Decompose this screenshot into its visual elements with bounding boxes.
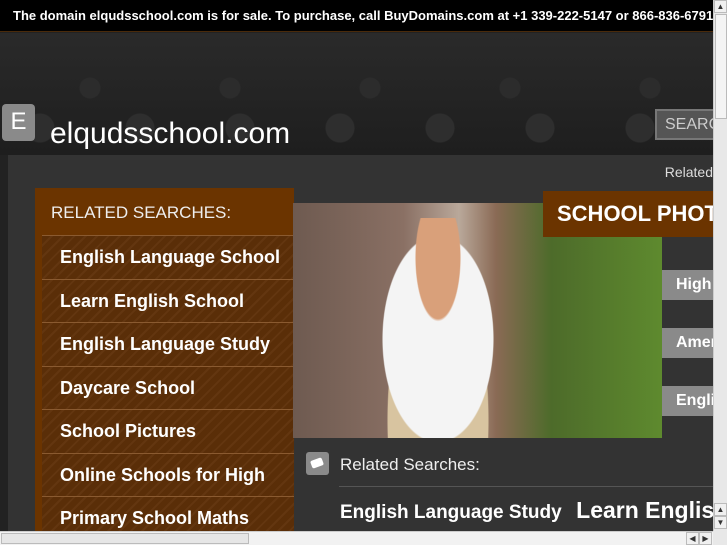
school-photos-title: SCHOOL PHOTOS [543,191,713,237]
related-link[interactable]: English Language Study [340,502,562,523]
tab-american[interactable]: American [662,328,713,358]
tab-english[interactable]: English [662,386,713,416]
site-header: E elqudsschool.com SEARCH [0,33,715,155]
tag-icon [306,452,329,475]
horizontal-scrollbar[interactable]: ◀ ▶ [0,531,713,545]
horizontal-scroll-thumb[interactable] [1,533,249,544]
related-links: English Language Study Learn English Sch… [340,497,713,524]
scroll-left-icon[interactable]: ◀ [686,532,699,545]
scroll-up-icon[interactable]: ▲ [714,0,727,13]
related-link-top[interactable]: Related [665,164,713,180]
logo-icon: E [2,104,35,141]
sidebar-item[interactable]: Daycare School [42,365,294,409]
related-searches-sidebar: RELATED SEARCHES: English Language Schoo… [35,188,294,531]
student-figure [373,218,503,438]
student-photo [293,203,662,438]
divider [339,486,713,487]
related-link[interactable]: Learn English School [576,497,713,523]
sidebar-title: RELATED SEARCHES: [51,203,232,222]
scrollbar-corner [713,531,727,545]
sidebar-item[interactable]: English Language School [42,235,294,279]
sidebar-item[interactable]: Online Schools for High [42,452,294,496]
sidebar-item[interactable]: Learn English School [42,278,294,322]
sidebar-item[interactable]: English Language Study [42,322,294,366]
related-searches-label: Related Searches: [340,455,480,474]
vertical-scrollbar[interactable]: ▲ ▲ ▼ [713,0,727,531]
search-button[interactable]: SEARCH [655,109,715,140]
sidebar-item[interactable]: Primary School Maths [42,496,294,531]
tab-high[interactable]: High [662,270,713,300]
site-title[interactable]: elqudsschool.com [50,117,290,151]
scroll-up-icon[interactable]: ▲ [714,503,727,516]
sidebar-item[interactable]: School Pictures [42,409,294,453]
vertical-scroll-thumb[interactable] [715,14,727,119]
main-panel: Related RELATED SEARCHES: English Langua… [8,155,713,531]
domain-sale-banner: The domain elqudsschool.com is for sale.… [0,0,713,32]
scroll-right-icon[interactable]: ▶ [699,532,712,545]
scroll-down-icon[interactable]: ▼ [714,516,727,529]
